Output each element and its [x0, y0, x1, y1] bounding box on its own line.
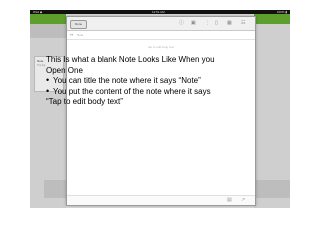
share-icon[interactable]: ▦ — [227, 20, 232, 26]
print-icon[interactable]: ☷ — [241, 20, 245, 26]
ipad-screen: iPad ◆ 12:51 AM 100% ▮ Note Trip log Don… — [30, 10, 290, 208]
expand-icon[interactable]: ↗ — [241, 197, 245, 204]
status-bar: iPad ◆ 12:51 AM 100% ▮ — [30, 10, 290, 14]
info-icon[interactable]: ⓘ — [179, 20, 184, 26]
note-title-input[interactable] — [77, 32, 247, 38]
notes-list-footer — [44, 180, 66, 198]
right-panel-footer — [254, 180, 290, 198]
notes-list-panel — [30, 14, 66, 208]
done-button[interactable]: Done — [70, 20, 87, 29]
note-list-item-title: Note — [37, 59, 44, 63]
font-icon[interactable]: ▤ — [227, 197, 232, 204]
notes-list-toolbar — [30, 24, 66, 38]
caption-bullet-2-continued: “Tap to edit body text” — [46, 97, 123, 106]
note-editor-toolbar: Done ⓘ ▣ ⋮ ▯ ▦ ☷ — [67, 17, 255, 31]
caption-bullet-1: • You can title the note where it says “N… — [46, 76, 216, 87]
caption-line-1: This Is what a blank Note Looks Like Whe… — [46, 55, 215, 64]
note-body-hint[interactable]: tap to edit body text — [67, 45, 255, 49]
trash-icon[interactable]: ▯ — [215, 20, 218, 26]
camera-icon[interactable]: ▣ — [191, 20, 196, 26]
note-editor-footer: ▤ ↗ — [67, 195, 255, 205]
right-panel-header — [254, 14, 290, 24]
note-list-item-subtitle: Trip log — [37, 64, 46, 67]
paperclip-icon[interactable]: ↭ — [70, 32, 73, 37]
note-editor-modal: Done ⓘ ▣ ⋮ ▯ ▦ ☷ ↭ tap to edit body text… — [66, 16, 256, 206]
caption-line-2: Open One — [46, 65, 83, 75]
caption-bullet-1-text: You can title the note where it says “No… — [53, 76, 201, 85]
tutorial-caption: This Is what a blank Note Looks Like Whe… — [46, 55, 216, 108]
notes-list-header — [30, 14, 66, 24]
bullet-icon: • — [46, 75, 50, 85]
caption-bullet-2: • You put the content of the note where i… — [46, 85, 216, 98]
caption-bullet-2-text: You put the content of the note where it… — [53, 86, 211, 96]
right-panel — [254, 14, 290, 208]
title-row: ↭ — [67, 31, 255, 40]
microphone-icon[interactable]: ⋮ — [205, 20, 210, 26]
bullet-icon: • — [46, 85, 50, 96]
clock-label: 12:51 AM — [152, 10, 165, 14]
